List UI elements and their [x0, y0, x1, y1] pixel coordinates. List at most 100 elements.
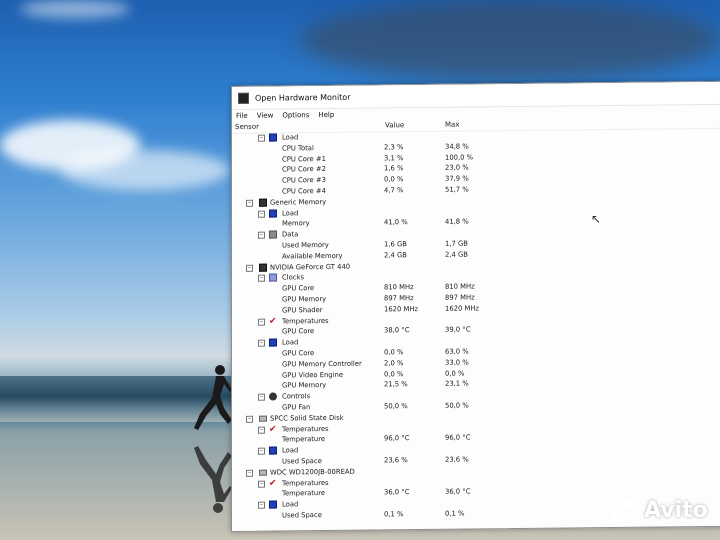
sensor-label: Controls [282, 392, 311, 401]
sensor-value: 38,0 °C [384, 326, 410, 335]
storm-cloud [300, 0, 720, 80]
sensor-value: 50,0 % [384, 402, 408, 411]
avito-watermark: Avito [612, 498, 708, 523]
sensor-value: 36,0 °C [384, 488, 410, 497]
app-icon [238, 92, 249, 104]
sensor-label: Used Memory [282, 240, 329, 250]
cloud [20, 0, 130, 18]
sensor-label: WDC WD1200JB-00READ [270, 467, 355, 477]
column-header-value[interactable]: Value [385, 121, 404, 129]
data-icon [269, 230, 277, 239]
column-header-sensor[interactable]: Sensor [235, 123, 259, 131]
sensor-label: Temperatures [282, 424, 329, 433]
sensor-max: 37,9 % [445, 174, 469, 183]
sensor-value: 1,6 GB [384, 240, 407, 249]
sensor-max: 39,0 °C [445, 325, 471, 335]
sensor-label: CPU Core #4 [282, 186, 326, 196]
sensor-value: 0,0 % [384, 369, 404, 378]
sensor-label: GPU Shader [282, 305, 323, 315]
load-icon [269, 338, 277, 347]
collapse-toggle-icon[interactable]: − [258, 393, 265, 401]
sensor-max: 2,4 GB [445, 250, 468, 259]
load-icon [269, 209, 277, 218]
menu-file[interactable]: File [236, 112, 248, 120]
collapse-toggle-icon[interactable]: − [246, 264, 253, 272]
sensor-value: 41,0 % [384, 218, 408, 227]
sensor-value: 897 MHz [384, 294, 414, 303]
sensor-label: CPU Core #3 [282, 176, 326, 185]
sensor-max: 50,0 % [445, 401, 469, 410]
sensor-max: 897 MHz [445, 293, 475, 302]
memory-chip-icon [259, 198, 267, 207]
sensor-label: Load [282, 133, 299, 142]
cloud [60, 150, 230, 190]
menu-view[interactable]: View [257, 112, 274, 120]
sensor-label: Temperature [282, 435, 326, 444]
sensor-label: Generic Memory [270, 197, 327, 207]
avito-brand: Avito [644, 498, 708, 523]
sensor-label: Load [282, 446, 299, 455]
disk-icon [259, 415, 267, 422]
sensor-label: Load [282, 208, 299, 218]
collapse-toggle-icon[interactable]: − [258, 501, 265, 509]
collapse-toggle-icon[interactable]: − [246, 415, 253, 423]
sensor-value: 4,7 % [384, 186, 404, 195]
menu-help[interactable]: Help [318, 111, 334, 119]
collapse-toggle-icon[interactable]: − [246, 469, 253, 477]
avito-logo-icon [612, 498, 640, 523]
sensor-label: GPU Memory Controller [282, 359, 362, 369]
sensor-label: CPU Core #1 [282, 154, 326, 164]
sensor-max: 23,0 % [445, 163, 469, 173]
collapse-toggle-icon[interactable]: − [258, 134, 265, 142]
window-title: Open Hardware Monitor [255, 92, 351, 103]
sensor-label: NVIDIA GeForce GT 440 [270, 262, 351, 272]
sensor-max: 23,6 % [445, 455, 469, 464]
collapse-toggle-icon[interactable]: − [258, 318, 265, 326]
thermometer-icon: ✔ [269, 424, 277, 435]
collapse-toggle-icon[interactable]: − [258, 275, 265, 283]
runner-silhouette [194, 365, 232, 430]
load-icon [269, 446, 277, 455]
sensor-label: GPU Core [282, 284, 315, 293]
runner-reflection [194, 446, 232, 513]
sensor-label: GPU Core [282, 327, 315, 336]
sensor-label: Load [282, 500, 299, 509]
collapse-toggle-icon[interactable]: − [258, 210, 265, 218]
load-icon [269, 500, 277, 509]
clock-icon [269, 273, 277, 282]
sensor-max: 23,1 % [445, 379, 469, 389]
collapse-toggle-icon[interactable]: − [246, 199, 253, 207]
column-header-max[interactable]: Max [445, 121, 459, 129]
collapse-toggle-icon[interactable]: − [258, 447, 265, 455]
sensor-value: 23,6 % [384, 456, 408, 465]
menu-options[interactable]: Options [282, 111, 309, 119]
sensor-label: CPU Total [282, 143, 314, 153]
disk-icon [259, 469, 267, 476]
sensor-value: 2,3 % [384, 142, 404, 152]
sensor-label: Available Memory [282, 251, 343, 261]
hardware-monitor-window[interactable]: Open Hardware Monitor File View Options … [231, 80, 720, 532]
sensor-value: 3,1 % [384, 153, 404, 162]
sensor-label: Used Space [282, 456, 322, 466]
load-icon [269, 133, 277, 142]
sensor-max: 34,8 % [445, 142, 469, 151]
sensor-max: 100,0 % [445, 153, 474, 162]
collapse-toggle-icon[interactable]: − [258, 480, 265, 488]
sensor-label: Temperatures [282, 316, 329, 326]
sensor-label: CPU Core #2 [282, 165, 326, 174]
sensor-value: 810 MHz [384, 283, 414, 292]
sensor-max: 0,1 % [445, 509, 465, 518]
sensor-max: 0,0 % [445, 369, 465, 378]
sensor-max: 810 MHz [445, 282, 475, 291]
sensor-label: GPU Video Engine [282, 370, 343, 379]
thermometer-icon: ✔ [269, 478, 277, 489]
collapse-toggle-icon[interactable]: − [258, 426, 265, 434]
mouse-cursor-icon: ↖ [591, 212, 602, 226]
collapse-toggle-icon[interactable]: − [258, 231, 265, 239]
sensor-max: 1620 MHz [445, 304, 480, 313]
sensor-max: 63,0 % [445, 347, 469, 356]
thermometer-icon: ✔ [269, 316, 277, 327]
sensor-value: 0,0 % [384, 175, 404, 184]
sensor-label: Used Space [282, 510, 322, 520]
collapse-toggle-icon[interactable]: − [258, 339, 265, 347]
